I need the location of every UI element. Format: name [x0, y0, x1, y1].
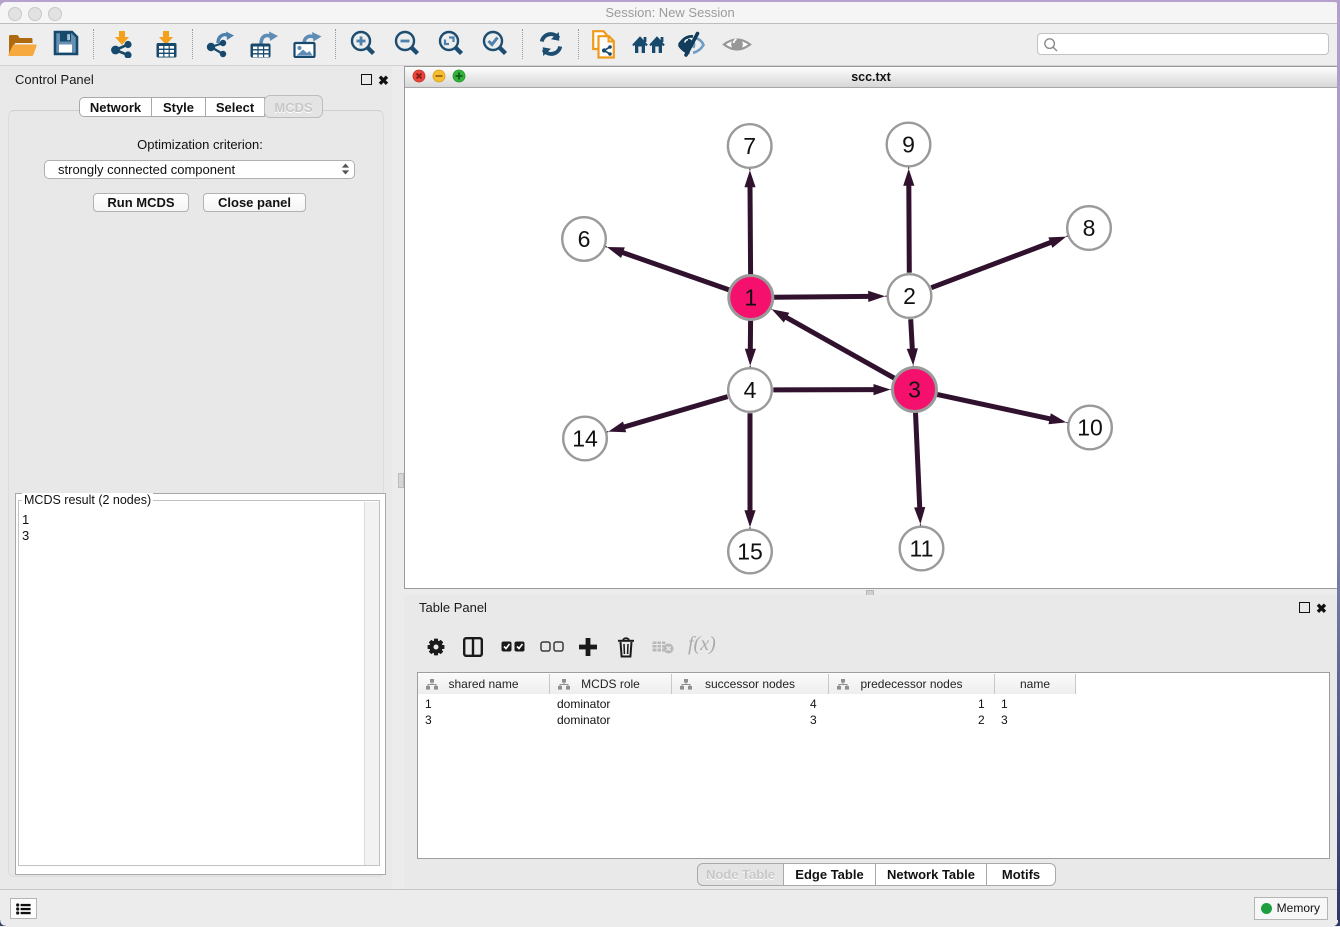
svg-text:14: 14 [572, 426, 598, 452]
svg-text:9: 9 [902, 132, 915, 158]
svg-text:15: 15 [737, 539, 763, 565]
svg-text:11: 11 [910, 536, 934, 562]
svg-text:1: 1 [744, 285, 757, 311]
svg-text:3: 3 [908, 377, 921, 403]
svg-text:8: 8 [1083, 215, 1096, 241]
svg-text:4: 4 [744, 377, 757, 403]
svg-text:2: 2 [903, 283, 916, 309]
svg-text:6: 6 [578, 226, 591, 252]
svg-text:10: 10 [1077, 415, 1103, 441]
svg-text:7: 7 [743, 133, 756, 159]
